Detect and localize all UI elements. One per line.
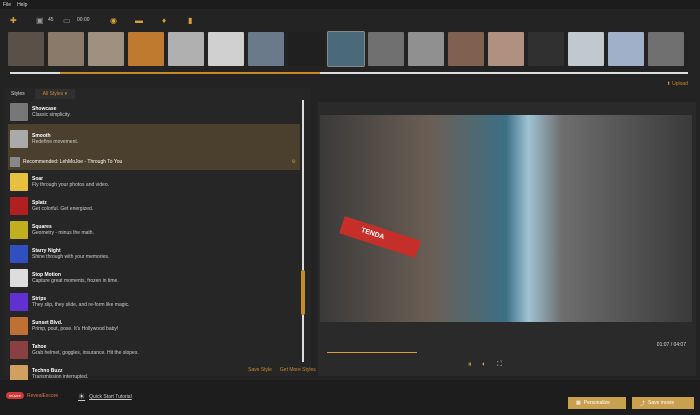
menu-bar: File Help (0, 0, 700, 9)
add-icon[interactable]: ✚ (10, 16, 17, 25)
filmstrip-photo[interactable] (528, 32, 564, 66)
style-thumbnail (10, 317, 28, 335)
filmstrip-photo[interactable] (448, 32, 484, 66)
get-more-styles-link[interactable]: Get More Styles (280, 367, 316, 373)
brand-badge: muvee (6, 392, 25, 399)
style-desc: Grab helmet, goggles, insurance. Hit the… (32, 350, 139, 356)
personalize-button[interactable]: ▦ Personalize (568, 397, 626, 409)
quick-start-link[interactable]: ☀ Quick Start Tutorial (78, 392, 132, 401)
video-preview[interactable] (320, 115, 692, 322)
filmstrip-photo[interactable] (208, 32, 244, 66)
style-desc: Geometry - minus the math. (32, 230, 94, 236)
filmstrip-photo[interactable] (368, 32, 404, 66)
recommended-music[interactable]: Recommended: LehMoJoe - Through To You ⚙ (8, 154, 300, 170)
brand-name: RevealExcore (27, 392, 59, 399)
recommended-label: Recommended: LehMoJoe - Through To You (23, 159, 123, 165)
filmstrip-photo[interactable] (8, 32, 44, 66)
scrollbar-thumb[interactable] (301, 270, 305, 315)
style-desc: Fly through your photos and video. (32, 182, 109, 188)
filmstrip-photo[interactable] (648, 32, 684, 66)
upload-button[interactable]: ⬆ Upload (667, 81, 688, 87)
volume-icon[interactable]: ◐ (482, 361, 486, 368)
bookmark-icon[interactable]: ▮ (188, 16, 192, 25)
photo-count: 45 (48, 17, 54, 23)
filmstrip-photo[interactable] (88, 32, 124, 66)
filmstrip-photo[interactable] (408, 32, 444, 66)
style-item[interactable]: Soar Fly through your photos and video. (8, 170, 300, 194)
style-desc: Classic simplicity. (32, 112, 71, 118)
play-icon[interactable]: ⏸ (468, 361, 472, 369)
music-thumbnail (10, 157, 20, 167)
filmstrip-photo[interactable] (248, 32, 284, 66)
style-item[interactable]: Splatz Get colorful. Get energized. (8, 194, 300, 218)
filmstrip-photo[interactable] (568, 32, 604, 66)
caption-icon[interactable]: ▬ (135, 16, 143, 25)
fullscreen-icon[interactable]: ⛶ (497, 361, 502, 369)
style-thumbnail (10, 269, 28, 287)
style-desc: Get colorful. Get energized. (32, 206, 94, 212)
style-desc: Primp, pout, pose. It's Hollywood baby! (32, 326, 119, 332)
timeline-thumb[interactable] (60, 72, 320, 74)
styles-tabbar: Styles All Styles ▾ (5, 88, 76, 100)
style-thumbnail (10, 245, 28, 263)
style-thumbnail (10, 293, 28, 311)
toolbar: ✚ ▣ 45 ▭ 00:00 ◉ ▬ ♦ ▮ (0, 9, 700, 31)
video-icon: ▭ (63, 15, 71, 25)
style-item[interactable]: Stop Motion Capture great moments, frozen… (8, 266, 300, 290)
save-movie-label: Save movie (648, 400, 675, 406)
upload-label: Upload (672, 81, 688, 87)
personalize-label: Personalize (583, 400, 610, 406)
filmstrip-photo[interactable] (168, 32, 204, 66)
filmstrip-photo[interactable] (128, 32, 164, 66)
style-thumbnail (10, 197, 28, 215)
style-desc: They slip, they slide, and re-form like … (32, 302, 130, 308)
filmstrip-photo[interactable] (48, 32, 84, 66)
photo-icon: ▣ (36, 15, 44, 25)
style-item[interactable]: Starry Night Shine through with your memo… (8, 242, 300, 266)
save-style-link[interactable]: Save Style (248, 367, 272, 373)
playback-progress[interactable] (327, 352, 417, 353)
tutorial-label: Quick Start Tutorial (89, 393, 132, 400)
style-item[interactable]: Strips They slip, they slide, and re-form… (8, 290, 300, 314)
share-icon: ⤴ (640, 400, 646, 407)
timeline-scrollbar[interactable] (10, 72, 688, 74)
style-item[interactable]: Sunset Blvd. Primp, pout, pose. It's Holl… (8, 314, 300, 338)
menu-help[interactable]: Help (17, 2, 27, 8)
filmstrip-photo[interactable] (327, 31, 365, 67)
settings-icon[interactable]: ♦ (162, 16, 166, 25)
lightbulb-icon: ☀ (78, 392, 86, 401)
filter-label: All Styles (42, 91, 64, 97)
style-thumbnail (10, 130, 28, 148)
filmstrip-photo[interactable] (608, 32, 644, 66)
styles-list: Showcase Classic simplicity. Smooth Redefin… (8, 100, 300, 386)
style-thumbnail (10, 103, 28, 121)
filmstrip-photo[interactable] (488, 32, 524, 66)
styles-filter-dropdown[interactable]: All Styles ▾ (34, 89, 76, 99)
style-item[interactable]: Showcase Classic simplicity. (8, 100, 300, 124)
filmstrip (8, 31, 684, 67)
styles-tab[interactable]: Styles (11, 91, 25, 97)
style-item[interactable]: Smooth Redefine movement. (8, 124, 300, 154)
styles-scrollbar[interactable] (301, 100, 305, 362)
gear-icon[interactable]: ⚙ (292, 159, 296, 165)
brand-logo: muvee RevealExcore (6, 392, 58, 399)
style-item[interactable]: Squares Geometry - minus the math. (8, 218, 300, 242)
menu-file[interactable]: File (3, 2, 11, 8)
style-desc: Capture great moments, frozen in time. (32, 278, 119, 284)
style-item[interactable]: Tahoe Grab helmet, goggles, insurance. Hi… (8, 338, 300, 362)
style-desc: Redefine movement. (32, 139, 79, 145)
music-icon[interactable]: ◉ (110, 16, 117, 25)
style-thumbnail (10, 173, 28, 191)
style-thumbnail (10, 341, 28, 359)
style-desc: Shine through with your memories. (32, 254, 110, 260)
playback-time: 01:07 / 04:07 (656, 342, 686, 348)
grid-icon: ▦ (576, 400, 581, 406)
filmstrip-photo[interactable] (288, 32, 324, 66)
duration: 00:00 (77, 17, 90, 23)
style-thumbnail (10, 221, 28, 239)
save-movie-button[interactable]: ⤴ Save movie (632, 397, 694, 409)
